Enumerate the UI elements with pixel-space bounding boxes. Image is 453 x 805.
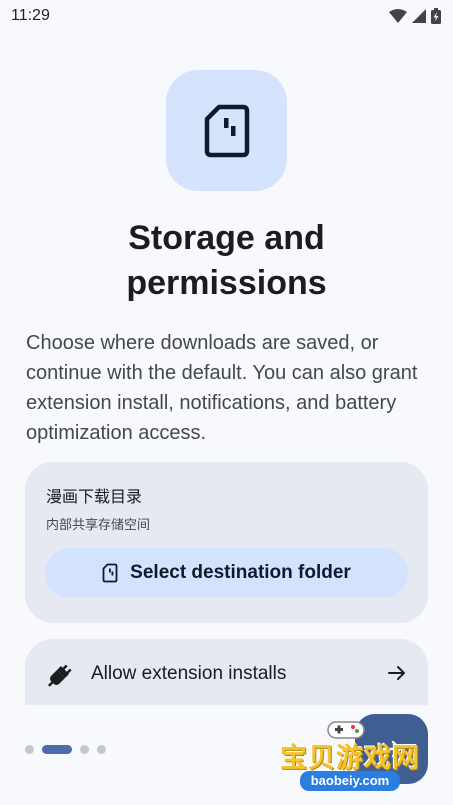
title-line-1: Storage and [128,219,325,257]
page-dot-2-active[interactable] [42,744,72,754]
page-dot-1[interactable] [25,744,34,754]
page-dot-3[interactable] [80,744,89,754]
watermark-text: 宝贝游戏网 [280,743,420,773]
download-folder-card: 漫画下载目录 内部共享存储空间 Select destination folde… [25,462,428,623]
sd-card-icon [102,563,118,583]
watermark-url: baobeiy.com [300,771,400,791]
wifi-icon [389,9,407,23]
cellular-icon [412,9,426,23]
page-title: Storage and permissions [0,216,453,306]
status-bar: 11:29 [0,0,453,32]
allow-extension-installs-label: Allow extension installs [91,663,287,684]
page-dot-4[interactable] [97,744,106,754]
folder-card-title: 漫画下载目录 [46,489,143,506]
status-time: 11:29 [11,7,50,24]
folder-card-subtitle: 内部共享存储空间 [46,517,151,532]
select-destination-folder-button[interactable]: Select destination folder [45,548,408,598]
page-description: Choose where downloads are saved, or con… [26,332,418,444]
hero-icon-container [166,70,287,191]
allow-extension-installs-item[interactable]: Allow extension installs [25,639,428,705]
battery-charging-icon [431,8,441,24]
title-line-2: permissions [126,264,327,302]
status-icons [389,8,441,24]
sd-card-icon [204,104,249,157]
arrow-right-icon [388,666,405,680]
page-indicator [25,744,106,754]
watermark: 宝贝游戏网 baobeiy.com [276,716,426,802]
select-destination-folder-label: Select destination folder [130,562,351,583]
extension-plug-icon [47,664,72,687]
